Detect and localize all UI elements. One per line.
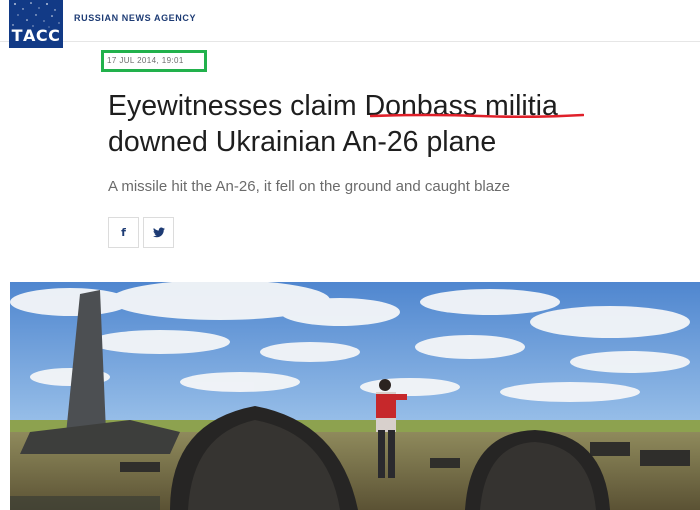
headline-prefix: Eyewitnesses claim [108, 90, 365, 122]
twitter-share-button[interactable] [143, 217, 174, 248]
agency-name[interactable]: RUSSIAN NEWS AGENCY [74, 13, 196, 23]
site-header: ТАСС RUSSIAN NEWS AGENCY [0, 0, 700, 48]
twitter-bird-icon [152, 227, 165, 238]
hero-photo[interactable] [10, 282, 700, 510]
logo-text: ТАСС [11, 26, 61, 45]
article-timestamp: 17 JUL 2014, 19:01 [107, 56, 184, 65]
tass-logo[interactable]: ТАСС [9, 0, 63, 48]
facebook-share-button[interactable]: f [108, 217, 139, 248]
headline-line2: downed Ukrainian An-26 plane [108, 126, 497, 158]
red-underline-annotation [370, 113, 584, 118]
article-headline: Eyewitnesses claim Donbass militia downe… [108, 88, 668, 160]
crash-site-photo [10, 282, 700, 510]
article-subtitle: A missile hit the An-26, it fell on the … [108, 178, 510, 195]
facebook-icon: f [121, 226, 126, 239]
